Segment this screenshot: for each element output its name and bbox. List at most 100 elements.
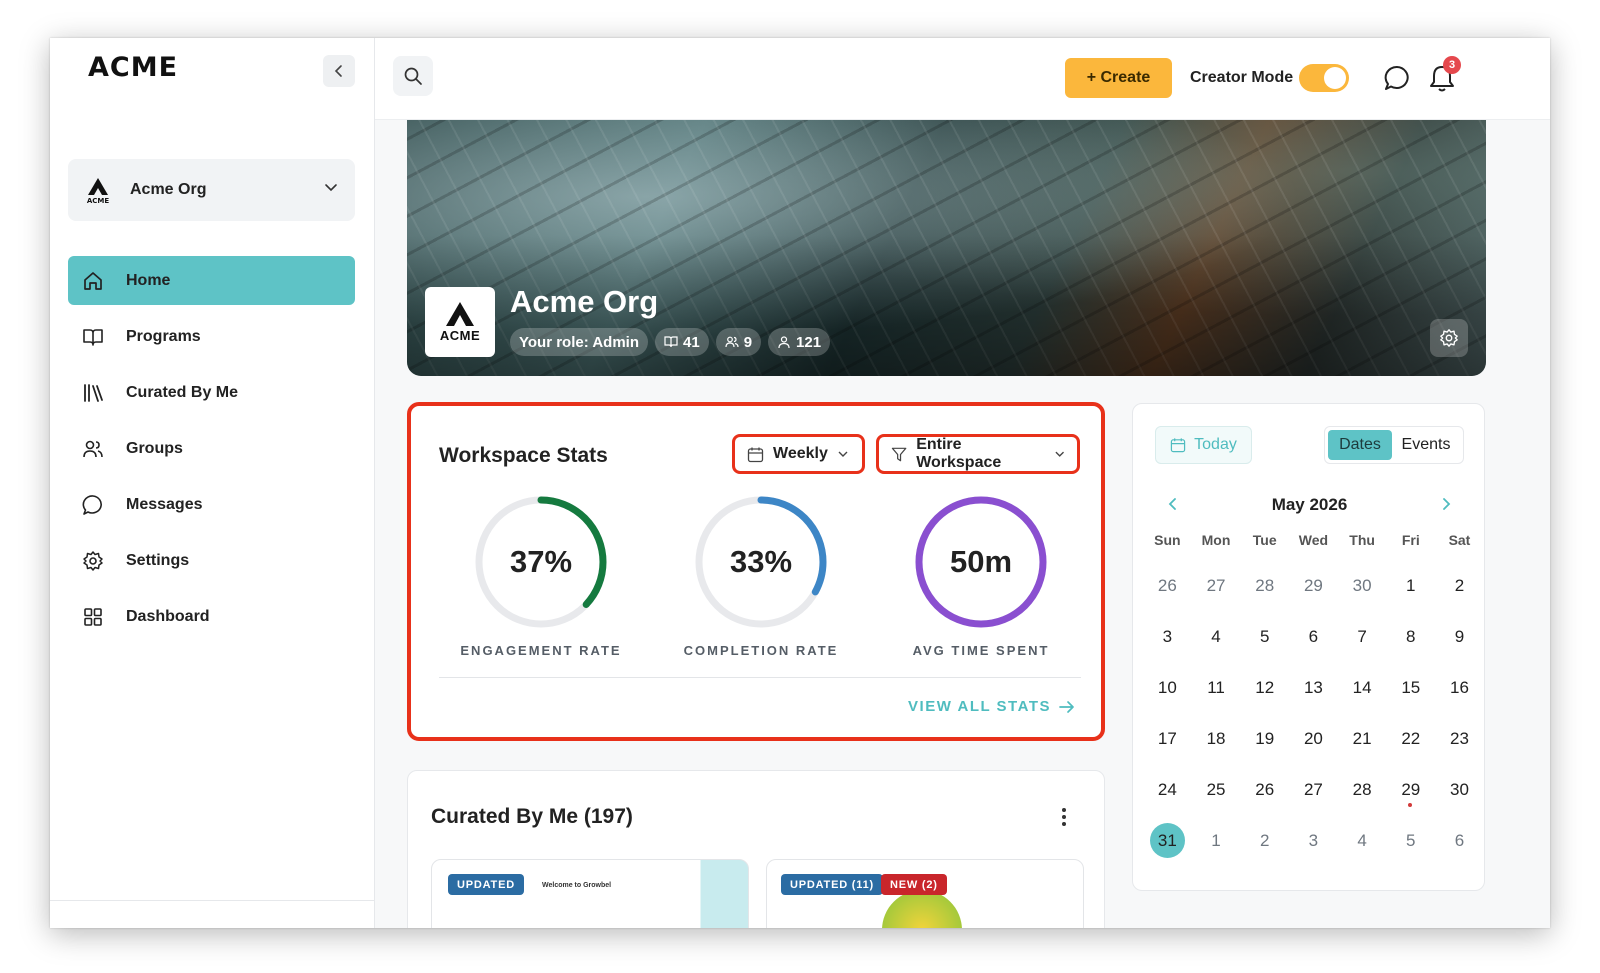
- programs-count-chip: 41: [655, 328, 709, 356]
- sidebar-item-label: Curated By Me: [126, 383, 239, 401]
- day-number: 16: [1450, 677, 1469, 697]
- arrow-right-icon: [1059, 700, 1074, 713]
- calendar-day[interactable]: 3: [1289, 815, 1338, 866]
- calendar-day[interactable]: 12: [1240, 662, 1289, 713]
- day-number: 30: [1352, 575, 1372, 595]
- calendar-day[interactable]: 25: [1192, 764, 1241, 815]
- calendar-day[interactable]: 21: [1338, 713, 1387, 764]
- avg-time-value: 50m: [949, 544, 1013, 579]
- sidebar-item-curated[interactable]: Curated By Me: [68, 368, 355, 417]
- sidebar-item-groups[interactable]: Groups: [68, 424, 355, 473]
- calendar-day[interactable]: 30: [1338, 560, 1387, 611]
- period-filter-dropdown[interactable]: Weekly: [732, 434, 865, 474]
- sidebar-item-label: Programs: [126, 327, 201, 345]
- today-button[interactable]: Today: [1155, 426, 1252, 464]
- sidebar-divider: [50, 900, 375, 901]
- chevron-right-icon: [1443, 498, 1451, 510]
- calendar-day[interactable]: 3: [1143, 611, 1192, 662]
- scope-filter-dropdown[interactable]: Entire Workspace: [876, 434, 1080, 474]
- day-number: 3: [1162, 626, 1173, 646]
- calendar-day[interactable]: 1: [1386, 560, 1435, 611]
- calendar-day[interactable]: 7: [1338, 611, 1387, 662]
- calendar-day[interactable]: 27: [1192, 560, 1241, 611]
- calendar-day[interactable]: 1: [1192, 815, 1241, 866]
- calendar-day[interactable]: 19: [1240, 713, 1289, 764]
- calendar-day[interactable]: 14: [1338, 662, 1387, 713]
- hero-settings-button[interactable]: [1430, 319, 1468, 357]
- thumbnail-text: Welcome to Growbel: [542, 882, 612, 889]
- calendar-day[interactable]: 2: [1240, 815, 1289, 866]
- calendar-day[interactable]: 15: [1386, 662, 1435, 713]
- calendar-day[interactable]: 13: [1289, 662, 1338, 713]
- org-name: Acme Org: [130, 181, 207, 198]
- calendar-day[interactable]: 27: [1289, 764, 1338, 815]
- next-month-button[interactable]: [1436, 494, 1456, 514]
- sidebar-item-programs[interactable]: Programs: [68, 312, 355, 361]
- calendar-day[interactable]: 26: [1143, 560, 1192, 611]
- calendar-day[interactable]: 18: [1192, 713, 1241, 764]
- calendar-day[interactable]: 9: [1435, 611, 1484, 662]
- calendar-day[interactable]: 28: [1240, 560, 1289, 611]
- calendar-day-selected[interactable]: 31: [1143, 815, 1192, 866]
- tab-dates[interactable]: Dates: [1328, 430, 1392, 460]
- calendar-day[interactable]: 8: [1386, 611, 1435, 662]
- weekday-label: Mon: [1201, 532, 1231, 548]
- calendar-day[interactable]: 6: [1435, 815, 1484, 866]
- calendar-day-with-event[interactable]: 29: [1386, 764, 1435, 815]
- calendar-day[interactable]: 24: [1143, 764, 1192, 815]
- calendar-day[interactable]: 23: [1435, 713, 1484, 764]
- tab-events[interactable]: Events: [1392, 430, 1460, 460]
- app-logo: ACME: [88, 52, 179, 83]
- calendar-day[interactable]: 4: [1338, 815, 1387, 866]
- more-options-button[interactable]: [1054, 805, 1074, 829]
- calendar-day[interactable]: 5: [1386, 815, 1435, 866]
- sidebar-item-settings[interactable]: Settings: [68, 536, 355, 585]
- create-button[interactable]: + Create: [1065, 58, 1172, 98]
- day-number: 5: [1259, 626, 1270, 646]
- calendar-day[interactable]: 17: [1143, 713, 1192, 764]
- calendar-week: 10 11 12 13 14 15 16: [1143, 662, 1484, 713]
- sidebar-item-label: Dashboard: [126, 607, 210, 625]
- calendar-day[interactable]: 10: [1143, 662, 1192, 713]
- day-number: 27: [1303, 779, 1323, 799]
- view-all-stats-link[interactable]: VIEW ALL STATS: [908, 698, 1075, 715]
- messages-button[interactable]: [1382, 63, 1412, 93]
- svg-text:ACME: ACME: [87, 197, 110, 205]
- creator-mode-toggle[interactable]: [1299, 64, 1349, 92]
- calendar-day[interactable]: 11: [1192, 662, 1241, 713]
- weekday-label: Sat: [1448, 532, 1471, 548]
- calendar-day[interactable]: 5: [1240, 611, 1289, 662]
- org-selector[interactable]: ACME Acme Org: [68, 159, 355, 221]
- hero-chips: Your role: Admin 41 9 121: [510, 328, 831, 356]
- calendar-day[interactable]: 30: [1435, 764, 1484, 815]
- user-icon: [778, 336, 790, 349]
- calendar-day[interactable]: 26: [1240, 764, 1289, 815]
- sidebar-item-home[interactable]: Home: [68, 256, 355, 305]
- calendar-day[interactable]: 20: [1289, 713, 1338, 764]
- collapse-sidebar-button[interactable]: [323, 55, 355, 87]
- calendar-day[interactable]: 22: [1386, 713, 1435, 764]
- curated-item-card[interactable]: UPDATED (11) NEW (2): [766, 859, 1084, 928]
- search-button[interactable]: [393, 56, 433, 96]
- org-hero-banner: ACME Acme Org Your role: Admin 41 9 121: [407, 120, 1486, 376]
- calendar-day[interactable]: 29: [1289, 560, 1338, 611]
- calendar-day[interactable]: 16: [1435, 662, 1484, 713]
- chat-icon: [82, 494, 104, 516]
- calendar-day[interactable]: 28: [1338, 764, 1387, 815]
- calendar-week: 3 4 5 6 7 8 9: [1143, 611, 1484, 662]
- calendar-day[interactable]: 6: [1289, 611, 1338, 662]
- day-number: 22: [1401, 728, 1421, 748]
- filter-icon: [891, 447, 907, 461]
- sidebar-item-dashboard[interactable]: Dashboard: [68, 592, 355, 641]
- updated-tag: UPDATED: [448, 874, 524, 895]
- calendar-day[interactable]: 2: [1435, 560, 1484, 611]
- stats-divider: [439, 677, 1081, 678]
- grid-icon: [82, 606, 104, 628]
- day-number: 17: [1157, 728, 1177, 748]
- curated-item-card[interactable]: UPDATED Welcome to Growbel: [431, 859, 749, 928]
- calendar-week: 24 25 26 27 28 29 30: [1143, 764, 1484, 815]
- calendar-day[interactable]: 4: [1192, 611, 1241, 662]
- sidebar-item-messages[interactable]: Messages: [68, 480, 355, 529]
- chevron-down-icon: [325, 184, 337, 192]
- weekday-label: Thu: [1349, 532, 1375, 548]
